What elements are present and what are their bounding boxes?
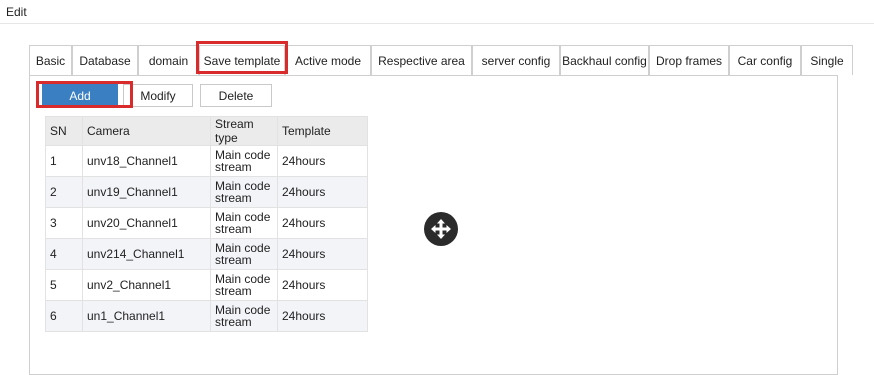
- cell-camera: unv20_Channel1: [82, 207, 211, 239]
- add-button[interactable]: Add: [42, 84, 118, 107]
- cell-sn: 3: [45, 207, 83, 239]
- cell-sn: 5: [45, 269, 83, 301]
- cell-camera: un1_Channel1: [82, 300, 211, 332]
- cell-camera: unv2_Channel1: [82, 269, 211, 301]
- cell-stream-type: Main code stream: [210, 238, 278, 270]
- table-row[interactable]: 2 unv19_Channel1 Main code stream 24hour…: [45, 176, 368, 208]
- page-title: Edit: [6, 5, 27, 19]
- template-table: SN Camera Stream type Template 1 unv18_C…: [45, 116, 368, 332]
- cell-template: 24hours: [277, 238, 368, 270]
- table-row[interactable]: 1 unv18_Channel1 Main code stream 24hour…: [45, 145, 368, 177]
- cell-sn: 4: [45, 238, 83, 270]
- cell-sn: 1: [45, 145, 83, 177]
- cell-stream-type: Main code stream: [210, 207, 278, 239]
- cell-stream-type: Main code stream: [210, 269, 278, 301]
- cell-template: 24hours: [277, 300, 368, 332]
- column-header-sn: SN: [45, 116, 83, 146]
- cell-template: 24hours: [277, 176, 368, 208]
- move-handle[interactable]: [424, 212, 458, 246]
- tab-basic[interactable]: Basic: [29, 45, 72, 75]
- cell-template: 24hours: [277, 207, 368, 239]
- table-row[interactable]: 3 unv20_Channel1 Main code stream 24hour…: [45, 207, 368, 239]
- column-header-template: Template: [277, 116, 368, 146]
- cell-template: 24hours: [277, 145, 368, 177]
- top-bar: Edit: [0, 0, 874, 24]
- cell-sn: 2: [45, 176, 83, 208]
- table-row[interactable]: 6 un1_Channel1 Main code stream 24hours: [45, 300, 368, 332]
- tab-single[interactable]: Single: [801, 45, 853, 75]
- tab-drop-frames[interactable]: Drop frames: [649, 45, 729, 75]
- cell-sn: 6: [45, 300, 83, 332]
- modify-button[interactable]: Modify: [123, 84, 193, 107]
- table-row[interactable]: 5 unv2_Channel1 Main code stream 24hours: [45, 269, 368, 301]
- column-header-camera: Camera: [82, 116, 211, 146]
- delete-button[interactable]: Delete: [200, 84, 272, 107]
- table-header-row: SN Camera Stream type Template: [45, 116, 368, 146]
- tab-domain[interactable]: domain: [138, 45, 199, 75]
- cell-stream-type: Main code stream: [210, 176, 278, 208]
- tab-respective-area[interactable]: Respective area: [371, 45, 472, 75]
- cell-stream-type: Main code stream: [210, 300, 278, 332]
- cell-camera: unv18_Channel1: [82, 145, 211, 177]
- tab-active-mode[interactable]: Active mode: [285, 45, 371, 75]
- table-row[interactable]: 4 unv214_Channel1 Main code stream 24hou…: [45, 238, 368, 270]
- tab-database[interactable]: Database: [72, 45, 138, 75]
- column-header-stream-type: Stream type: [210, 116, 278, 146]
- tab-backhaul-config[interactable]: Backhaul config: [560, 45, 649, 75]
- cell-camera: unv214_Channel1: [82, 238, 211, 270]
- tab-server-config[interactable]: server config: [472, 45, 560, 75]
- cell-template: 24hours: [277, 269, 368, 301]
- tab-car-config[interactable]: Car config: [729, 45, 801, 75]
- cell-camera: unv19_Channel1: [82, 176, 211, 208]
- cell-stream-type: Main code stream: [210, 145, 278, 177]
- move-arrows-icon: [431, 219, 451, 239]
- tab-save-template[interactable]: Save template: [199, 45, 285, 75]
